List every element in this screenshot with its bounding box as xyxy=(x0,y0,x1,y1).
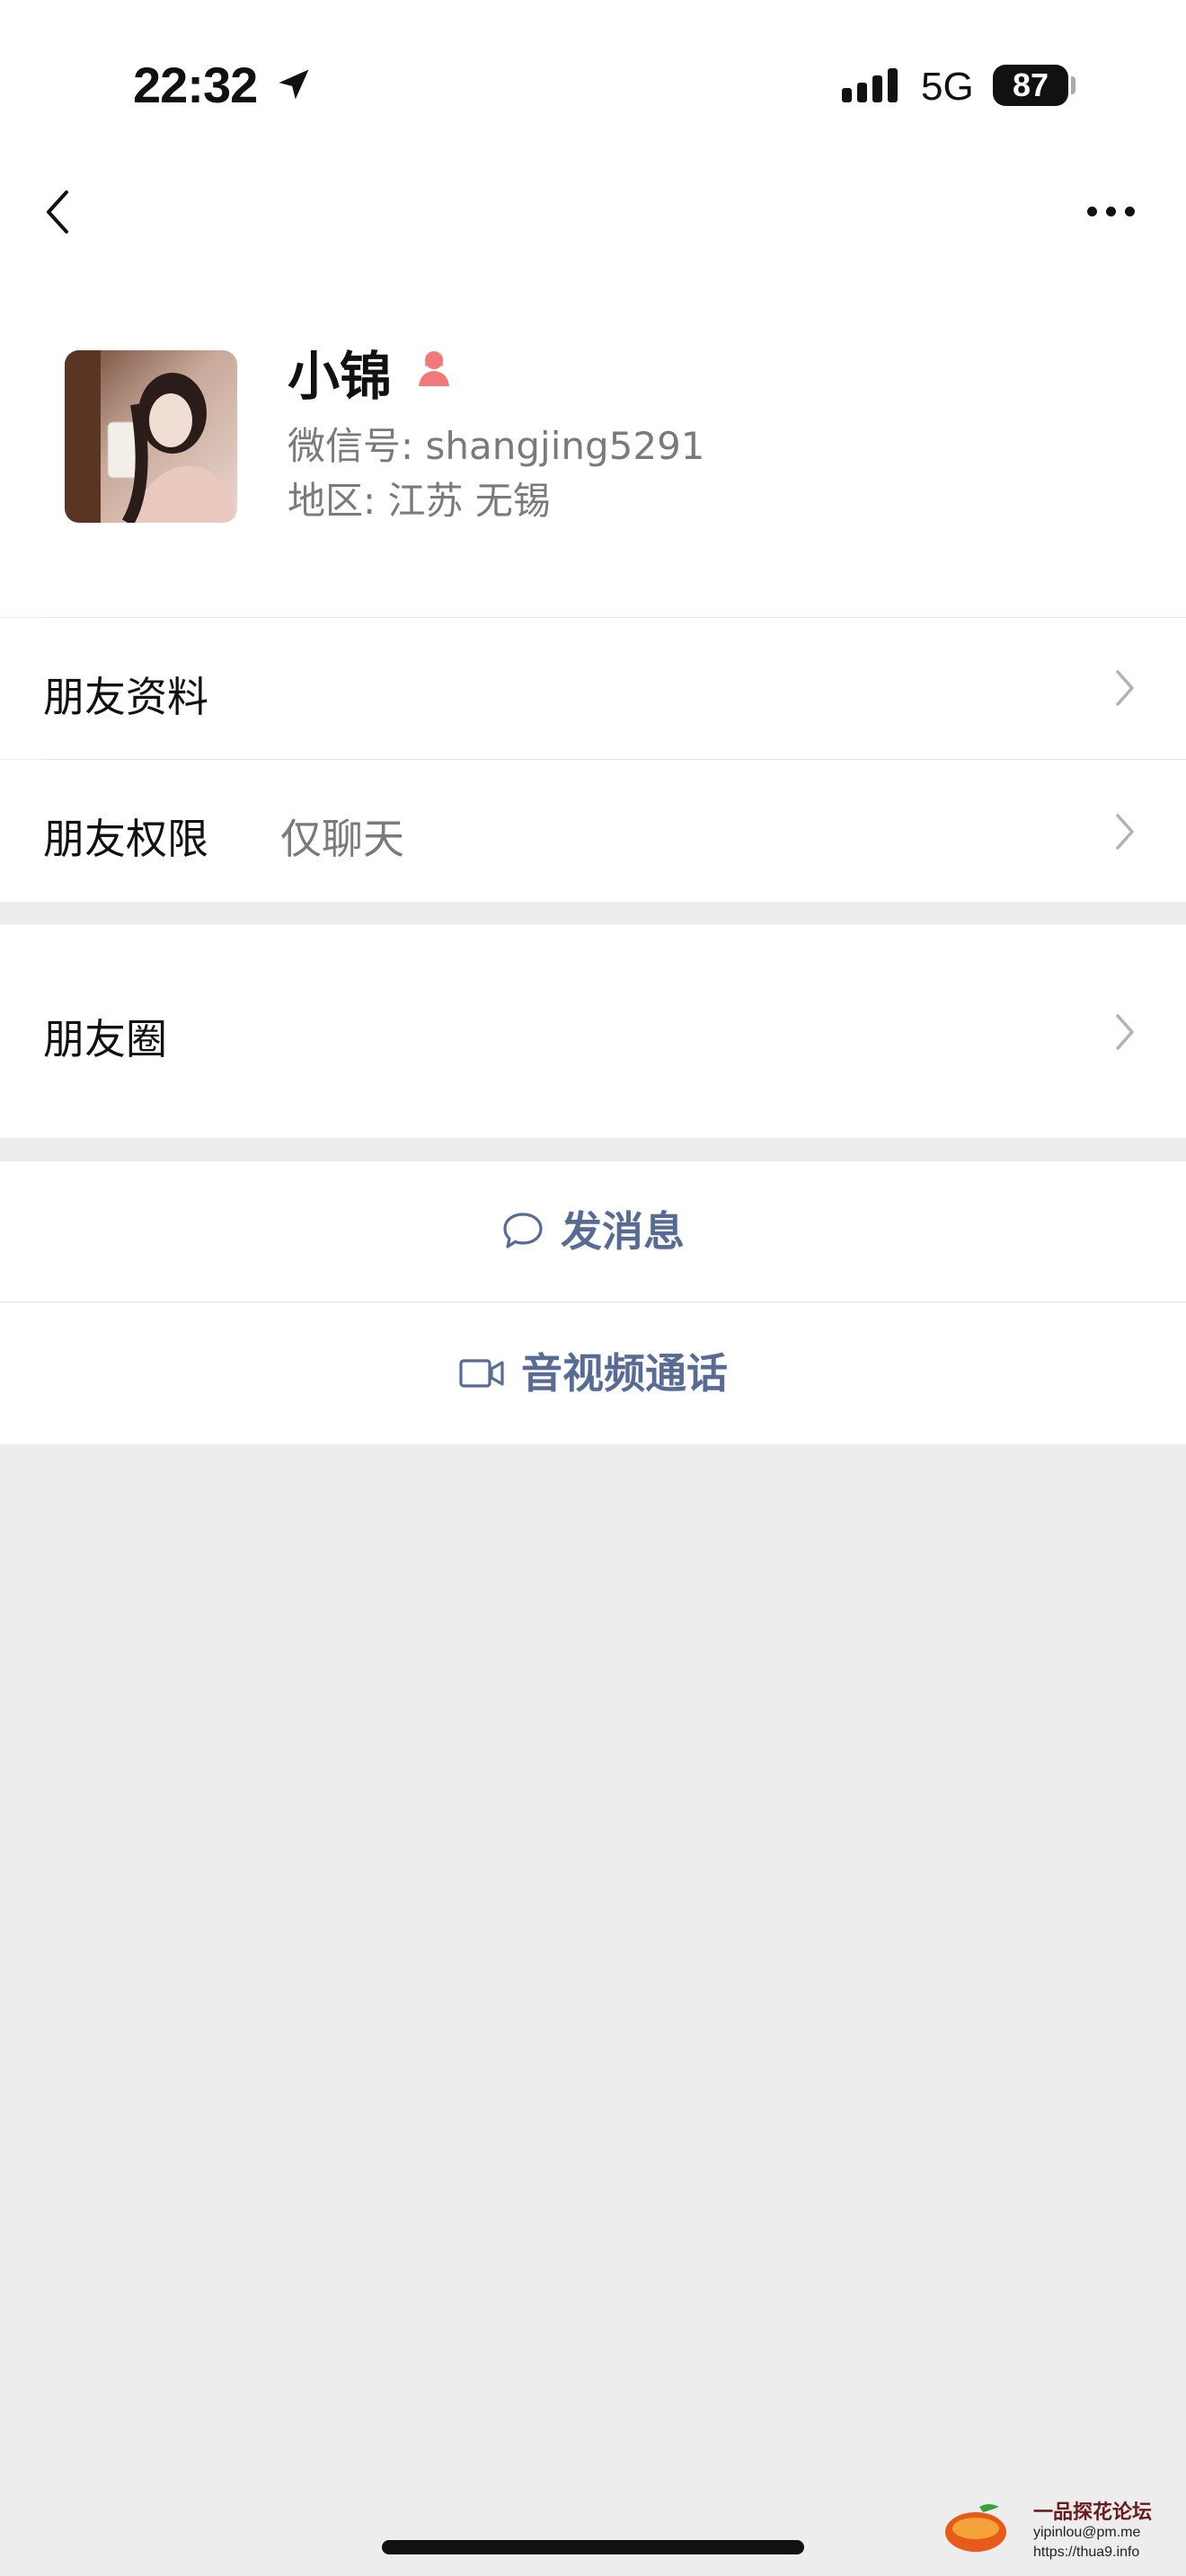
watermark-title: 一品探花论坛 xyxy=(1033,2501,1153,2524)
nav-bar xyxy=(0,157,1186,301)
home-indicator[interactable] xyxy=(382,2540,804,2554)
status-bar: 22:32 5G 87 xyxy=(0,0,1186,157)
watermark-logo xyxy=(945,2504,1006,2552)
status-time: 22:32 xyxy=(133,57,258,113)
watermark-url: https://thua9.info xyxy=(1033,2545,1140,2560)
video-call-label: 音视频通话 xyxy=(521,1349,728,1398)
more-dots-icon[interactable] xyxy=(1087,198,1136,225)
row-friend-permission[interactable]: 朋友权限 仅聊天 xyxy=(0,760,1186,902)
battery-icon: 87 xyxy=(993,65,1068,106)
send-message-label: 发消息 xyxy=(561,1207,685,1256)
row-value: 仅聊天 xyxy=(280,815,404,863)
region: 地区: 江苏 无锡 xyxy=(288,479,551,523)
video-call-button[interactable]: 音视频通话 xyxy=(0,1302,1186,1444)
wechat-id: 微信号: shangjing5291 xyxy=(288,424,705,468)
row-moments[interactable]: 朋友圈 xyxy=(0,924,1186,1138)
contact-name: 小锦 xyxy=(288,346,393,407)
cellular-signal-icon xyxy=(842,68,903,102)
row-label: 朋友资料 xyxy=(43,673,208,721)
row-friend-info[interactable]: 朋友资料 xyxy=(0,618,1186,759)
watermark: 一品探花论坛 yipinlou@pm.me https://thua9.info xyxy=(943,2492,1186,2564)
row-label: 朋友权限 xyxy=(43,815,208,863)
avatar[interactable] xyxy=(65,350,237,523)
battery-cap xyxy=(1071,76,1075,94)
send-message-button[interactable]: 发消息 xyxy=(0,1161,1186,1301)
location-arrow-icon xyxy=(279,69,309,100)
chevron-right-icon xyxy=(1116,1014,1134,1050)
chevron-left-icon[interactable] xyxy=(43,189,72,235)
female-icon xyxy=(419,351,449,386)
chat-bubble-icon xyxy=(503,1213,543,1248)
chevron-right-icon xyxy=(1116,814,1134,850)
chevron-right-icon xyxy=(1116,670,1134,706)
row-label: 朋友圈 xyxy=(43,1015,167,1063)
network-type: 5G xyxy=(921,65,974,109)
watermark-email: yipinlou@pm.me xyxy=(1033,2525,1141,2540)
video-camera-icon xyxy=(459,1359,504,1388)
